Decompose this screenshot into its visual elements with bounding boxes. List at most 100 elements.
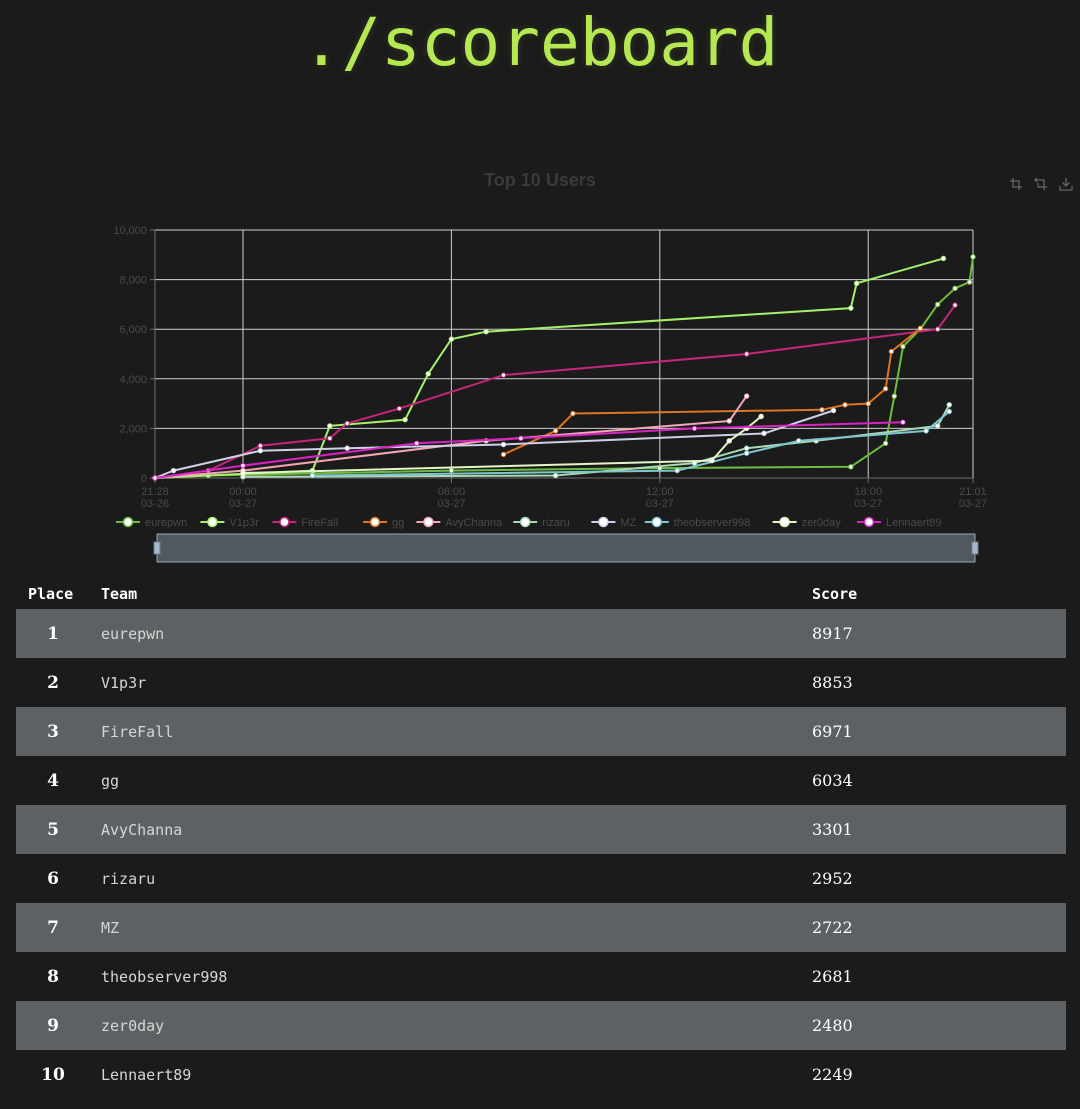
data-point-Lennaert89	[518, 435, 524, 442]
data-point-V1p3r	[483, 328, 489, 335]
legend-label-MZ: MZ	[620, 517, 636, 529]
data-point-MZ	[830, 407, 837, 414]
data-point-V1p3r	[853, 280, 860, 287]
table-row: 2 V1p3r 8853	[16, 658, 1066, 707]
team-cell: Lennaert89	[90, 1050, 812, 1099]
table-row: 7 MZ 2722	[16, 903, 1066, 952]
legend-label-rizaru: rizaru	[542, 517, 570, 529]
data-point-V1p3r	[448, 336, 455, 342]
data-point-MZ	[761, 430, 767, 437]
data-point-FireFall	[743, 351, 750, 357]
score-cell: 8917	[812, 624, 853, 643]
table-row: 4 gg 6034	[16, 756, 1066, 805]
data-point-theobserver998	[309, 472, 316, 479]
x-tick-label: 21:28	[141, 486, 169, 498]
legend-marker-FireFall	[279, 516, 290, 528]
score-cell: 3301	[812, 820, 853, 839]
score-cell: 2480	[812, 1016, 853, 1035]
legend-label-FireFall: FireFall	[301, 517, 338, 529]
zoom-reset-icon[interactable]	[1033, 176, 1049, 192]
legend-label-eurepwn: eurepwn	[145, 517, 187, 529]
legend-marker-AvyChanna	[423, 516, 434, 528]
place-cell: 2	[47, 672, 59, 693]
data-point-rizaru	[743, 445, 750, 451]
y-tick-label: 8,000	[119, 275, 147, 287]
legend-label-gg: gg	[392, 517, 404, 529]
y-tick-label: 4,000	[119, 374, 147, 386]
score-cell: 2681	[812, 967, 853, 986]
data-point-gg	[882, 386, 889, 392]
data-point-V1p3r	[402, 417, 408, 423]
table-row: 10 Lennaert89 2249	[16, 1050, 1066, 1099]
data-point-V1p3r	[848, 305, 854, 311]
place-cell: 1	[47, 623, 59, 644]
data-point-gg	[500, 451, 507, 458]
table-row: 3 FireFall 6971	[16, 707, 1066, 756]
data-point-Lennaert89	[900, 419, 906, 425]
header-team: Team	[101, 585, 138, 603]
legend-marker-eurepwn	[122, 516, 134, 528]
data-point-Lennaert89	[413, 440, 420, 446]
zoom-handle-right[interactable]	[971, 541, 979, 555]
x-tick-date: 03-27	[229, 498, 257, 510]
table-row: 8 theobserver998 2681	[16, 952, 1066, 1001]
data-point-zer0day	[709, 457, 715, 464]
team-link[interactable]: theobserver998	[101, 968, 227, 986]
team-link[interactable]: zer0day	[101, 1017, 164, 1035]
x-tick-label: 18:00	[854, 486, 882, 498]
team-link[interactable]: AvyChanna	[101, 821, 182, 839]
header-score: Score	[812, 585, 858, 603]
zoom-icon[interactable]	[1008, 176, 1024, 192]
header-place: Place	[28, 585, 74, 603]
data-point-gg	[888, 348, 895, 355]
score-cell: 2722	[812, 918, 853, 937]
data-point-AvyChanna	[726, 418, 732, 424]
x-tick-label: 06:00	[438, 486, 466, 498]
data-point-theobserver998	[923, 428, 929, 434]
team-link[interactable]: Lennaert89	[101, 1066, 191, 1084]
x-tick-date: 03-27	[437, 498, 465, 510]
data-point-eurepwn	[448, 467, 455, 474]
x-tick-date: 03-27	[854, 498, 882, 510]
data-point-FireFall	[934, 326, 941, 332]
zoom-handle-left[interactable]	[153, 541, 161, 555]
team-cell: V1p3r	[90, 658, 812, 707]
data-point-rizaru	[552, 472, 559, 479]
legend-label-theobserver998: theobserver998	[674, 517, 750, 529]
save-image-icon[interactable]	[1058, 176, 1074, 192]
data-point-theobserver998	[743, 450, 750, 456]
data-point-FireFall	[344, 420, 350, 427]
team-cell: AvyChanna	[90, 805, 812, 854]
table-row: 5 AvyChanna 3301	[16, 805, 1066, 854]
table-row: 1 eurepwn 8917	[16, 609, 1066, 658]
score-cell: 8853	[812, 673, 853, 692]
team-link[interactable]: V1p3r	[101, 674, 146, 692]
place-cell: 7	[47, 917, 59, 938]
data-point-V1p3r	[425, 371, 431, 377]
data-point-MZ	[170, 467, 177, 474]
x-tick-date: 03-27	[959, 498, 987, 510]
data-point-zer0day	[726, 438, 732, 444]
data-point-MZ	[257, 448, 264, 454]
data-point-eurepwn	[952, 285, 958, 291]
data-point-eurepwn	[900, 343, 906, 350]
table-row: 6 rizaru 2952	[16, 854, 1066, 903]
team-link[interactable]: FireFall	[101, 723, 173, 741]
data-point-theobserver998	[796, 438, 802, 444]
team-link[interactable]: rizaru	[101, 870, 155, 888]
team-cell: zer0day	[90, 1001, 812, 1050]
data-point-eurepwn	[934, 301, 941, 308]
chart-svg: 0 2,000 4,000 6,000 8,000 10,000 21:2803-26 00:…	[113, 225, 987, 563]
data-point-MZ	[344, 445, 350, 451]
data-point-gg	[570, 410, 576, 417]
data-point-FireFall	[952, 302, 958, 308]
plot-area	[155, 230, 973, 478]
team-link[interactable]: eurepwn	[101, 625, 164, 643]
data-point-AvyChanna	[743, 393, 750, 399]
team-link[interactable]: MZ	[101, 919, 119, 937]
data-point-eurepwn	[848, 464, 854, 470]
data-point-gg	[819, 407, 825, 413]
zoom-slider-track[interactable]	[156, 533, 976, 563]
team-cell: eurepwn	[90, 609, 812, 658]
team-link[interactable]: gg	[101, 772, 119, 790]
